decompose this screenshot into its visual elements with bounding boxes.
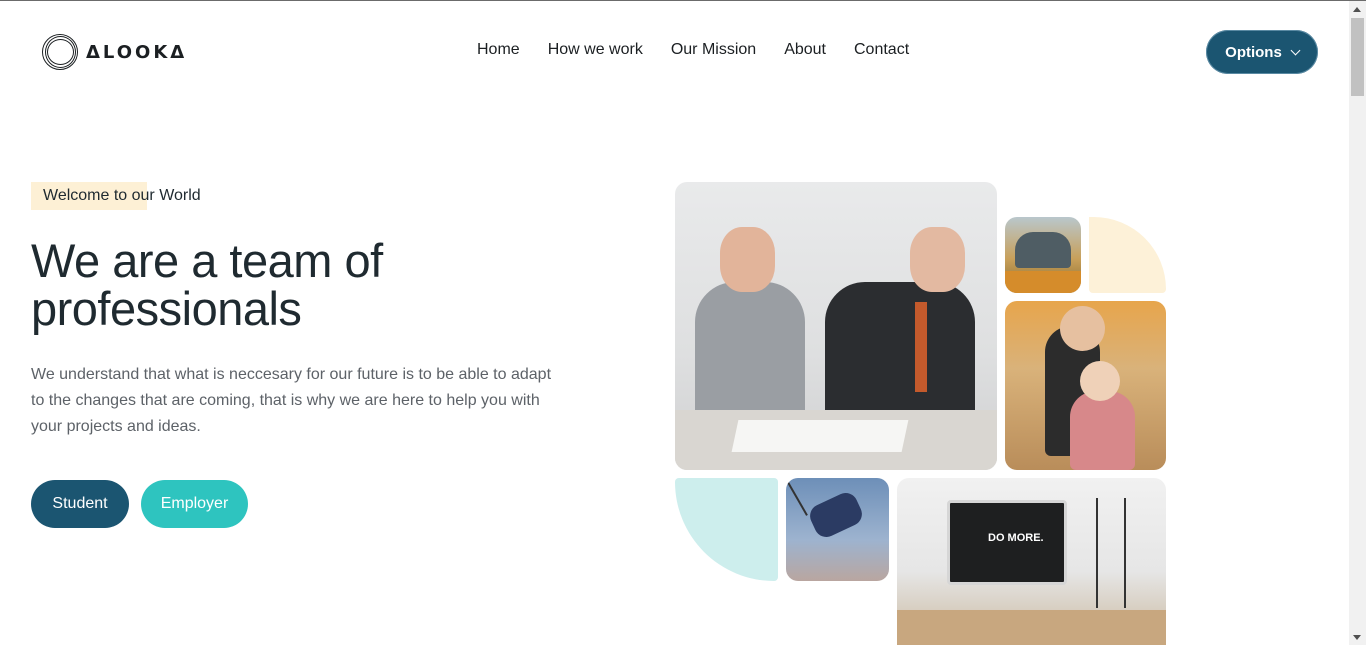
nav-how-we-work[interactable]: How we work [548,41,643,59]
swing-photo [786,478,889,581]
handshake-photo [675,182,997,470]
scroll-up-icon[interactable] [1353,7,1361,12]
hero-description: We understand that what is neccesary for… [31,366,552,435]
logo-text: ΔLOOKΔ [86,41,188,63]
welcome-badge: Welcome to our World [31,182,201,210]
hero-headline: We are a team of professionals [31,234,383,335]
vertical-scrollbar[interactable] [1349,1,1366,645]
badge-text: Welcome to our World [43,187,201,204]
nav-home[interactable]: Home [477,41,520,59]
logo[interactable]: ΔLOOKΔ [42,34,187,70]
decorative-teal-shape [675,478,778,581]
nav-contact[interactable]: Contact [854,41,909,59]
page: ΔLOOKΔ Home How we work Our Mission Abou… [0,1,1349,645]
desk-setup-photo: DO MORE. [897,478,1166,645]
options-label: Options [1225,43,1282,61]
monitor: DO MORE. [947,500,1067,585]
chevron-down-icon [1290,45,1301,55]
kids-hugging-photo [1005,301,1166,470]
family-photo [1005,217,1081,293]
monitor-text: DO MORE. [988,532,1044,544]
options-button[interactable]: Options [1206,30,1318,74]
main-nav: Home How we work Our Mission About Conta… [477,41,909,59]
scroll-down-icon[interactable] [1353,635,1361,640]
nav-about[interactable]: About [784,41,826,59]
logo-circles-icon [42,34,78,70]
student-button[interactable]: Student [31,480,129,528]
scroll-thumb[interactable] [1351,18,1364,96]
nav-our-mission[interactable]: Our Mission [671,41,756,59]
decorative-cream-shape [1089,217,1166,293]
employer-button[interactable]: Employer [141,480,248,528]
